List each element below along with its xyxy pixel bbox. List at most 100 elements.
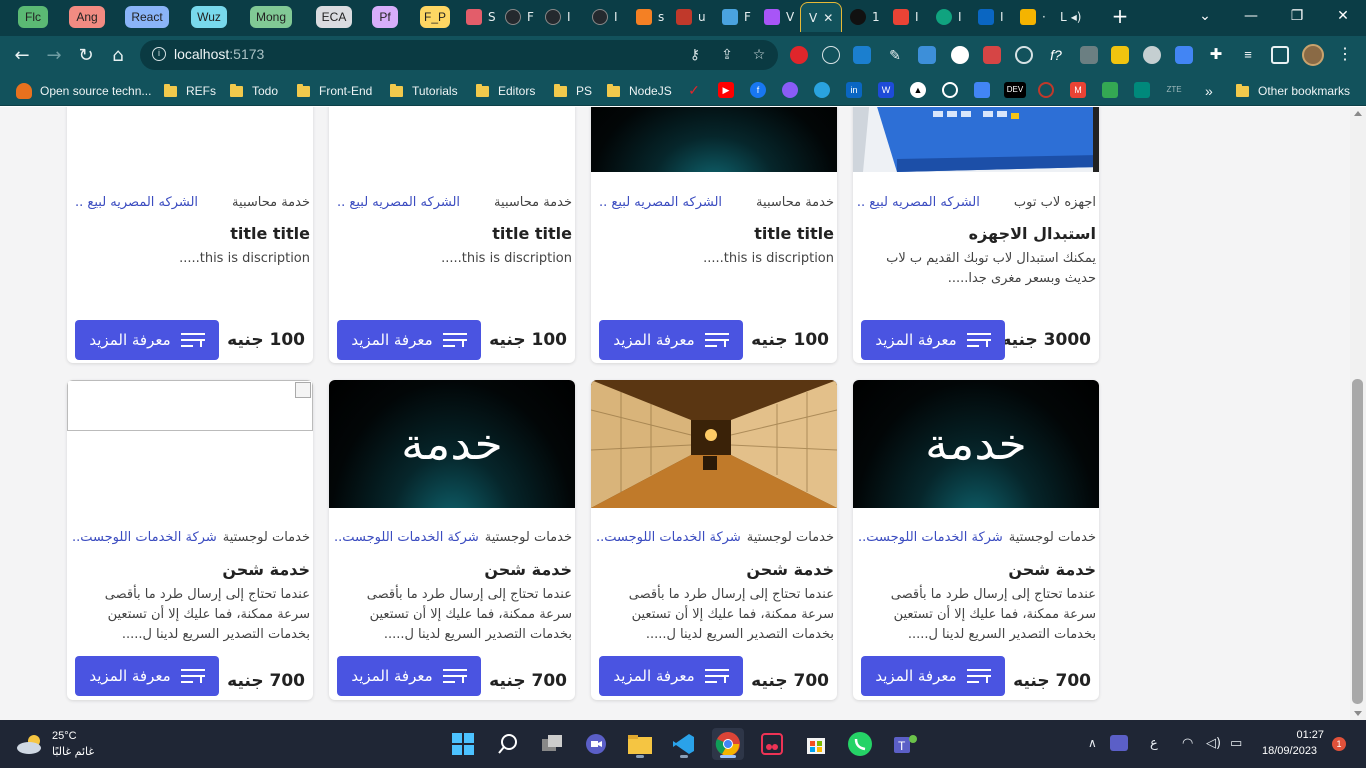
teams-tray-icon[interactable] [1110,735,1128,751]
back-button[interactable]: ← [10,43,34,67]
gmail-icon[interactable]: M [1070,82,1086,98]
meet-icon[interactable] [1134,82,1150,98]
learn-more-button[interactable]: معرفة المزيد [337,656,481,696]
tab[interactable]: V [764,6,794,28]
whatsapp-icon[interactable] [844,728,876,760]
battery-icon[interactable]: ▭ [1230,736,1242,751]
learn-more-button[interactable]: معرفة المزيد [599,320,743,360]
learn-more-button[interactable]: معرفة المزيد [861,320,1005,360]
task-view-icon[interactable] [536,728,568,760]
close-icon[interactable]: ✕ [823,11,833,25]
bookmarks-overflow-button[interactable]: » [1205,82,1213,100]
bookmark-folder-tutorials[interactable]: Tutorials [390,82,458,100]
extension-icon[interactable] [1015,46,1033,64]
learn-more-button[interactable]: معرفة المزيد [337,320,481,360]
card-company-link[interactable]: الشركه المصريه لبيع .. [599,195,722,210]
tab-group-wuz[interactable]: Wuz [191,6,227,28]
translate-icon[interactable] [974,82,990,98]
side-panel-icon[interactable] [1271,46,1289,64]
microsoft-store-icon[interactable] [800,728,832,760]
card-company-link[interactable]: شركة الخدمات اللوجست.. [858,530,1003,545]
start-button[interactable] [447,728,479,760]
tab-group-mong[interactable]: Mong [250,6,292,28]
zte-icon[interactable]: ZTE [1162,82,1186,98]
key-icon[interactable]: ⚷ [686,46,704,64]
chrome-icon[interactable] [712,728,744,760]
extension-icon[interactable] [983,46,1001,64]
youtube-icon[interactable]: ▶ [718,82,734,98]
google-drive-icon[interactable] [1102,82,1118,98]
card-company-link[interactable]: شركة الخدمات اللوجست.. [334,530,479,545]
show-hidden-icons-chevron-icon[interactable]: ∧ [1088,736,1097,750]
word-icon[interactable]: W [878,82,894,98]
bookmark-folder-ps[interactable]: PS [554,82,592,100]
wifi-icon[interactable]: ◠ [1182,736,1193,751]
eyedropper-icon[interactable]: ✎ [886,46,904,64]
address-bar[interactable]: i localhost:5173 ⚷ ⇪ ☆ [140,40,778,70]
tab[interactable]: F [722,6,752,28]
volume-icon[interactable]: ◁) [1206,736,1221,751]
extension-icon[interactable] [918,46,936,64]
learn-more-button[interactable]: معرفة المزيد [599,656,743,696]
bookmark-star-icon[interactable]: ☆ [750,46,768,64]
share-icon[interactable]: ⇪ [718,46,736,64]
dev-icon[interactable]: DEV [1004,82,1026,98]
meet-now-icon[interactable] [580,728,612,760]
tab-search-chevron-icon[interactable]: ⌄ [1182,0,1228,32]
translate-icon[interactable] [1175,46,1193,64]
tab-group-flc[interactable]: Flc [18,6,48,28]
linkedin-icon[interactable]: in [846,82,862,98]
puzzle-icon[interactable]: ✚ [1207,46,1225,64]
tab-group-ang[interactable]: Ang [69,6,105,28]
scrollbar-thumb[interactable] [1352,379,1363,704]
messenger-icon[interactable] [782,82,798,98]
bookmark-folder-nodejs[interactable]: NodeJS [607,82,672,100]
page-scrollbar[interactable] [1350,107,1366,720]
tab-active[interactable]: V ✕ [800,2,842,32]
tab[interactable]: s [636,6,666,28]
globe-icon[interactable] [822,46,840,64]
minimize-button[interactable]: — [1228,0,1274,32]
input-language[interactable]: ع [1150,736,1158,751]
tab[interactable]: · [1020,6,1050,28]
extension-icon[interactable] [951,46,969,64]
weather-description[interactable]: غائم غالبًا [52,745,94,758]
weather-cloud-icon[interactable] [16,732,46,756]
extension-icon[interactable] [1111,46,1129,64]
learn-more-button[interactable]: معرفة المزيد [861,656,1005,696]
media-queue-icon[interactable]: ≡ [1239,46,1257,64]
notification-badge[interactable]: 1 [1332,737,1346,751]
function-icon[interactable]: f? [1047,46,1065,64]
new-tab-button[interactable]: + [1108,4,1132,28]
vscode-icon[interactable] [668,728,700,760]
tab[interactable]: I [893,6,923,28]
card-company-link[interactable]: شركة الخدمات اللوجست.. [596,530,741,545]
extension-icon[interactable] [1143,46,1161,64]
bookmark-folder-front-end[interactable]: Front-End [297,82,372,100]
extension-icon[interactable] [853,46,871,64]
site-favicon-icon[interactable] [1038,82,1054,98]
bookmark-folder-refs[interactable]: REFs [164,82,216,100]
tab-group-react[interactable]: React [125,6,169,28]
tab[interactable]: 1 [850,6,880,28]
restore-button[interactable]: ❐ [1274,0,1320,32]
card-company-link[interactable]: الشركه المصريه لبيع .. [337,195,460,210]
tab[interactable]: L ◂) [1060,6,1090,28]
card-company-link[interactable]: شركة الخدمات اللوجست.. [72,530,217,545]
scroll-up-arrow-icon[interactable] [1354,111,1362,116]
bookmark-folder-editors[interactable]: Editors [476,82,535,100]
clock-time[interactable]: 01:27 [1290,729,1324,741]
other-bookmarks-folder[interactable]: Other bookmarks [1236,82,1350,100]
bookmark-open-source[interactable]: Open source techn... [16,82,151,100]
card-company-link[interactable]: الشركه المصريه لبيع .. [75,195,198,210]
checkmark-icon[interactable]: ✓ [686,82,702,98]
weather-temperature[interactable]: 25°C [52,730,77,742]
tab[interactable]: F [505,6,535,28]
tab[interactable]: I [545,6,575,28]
tab[interactable]: I [592,6,622,28]
tab-group-eca[interactable]: ECA [316,6,352,28]
telegram-icon[interactable] [814,82,830,98]
tab-group-pf[interactable]: Pf [372,6,398,28]
tab[interactable]: I [978,6,1008,28]
github-icon[interactable] [942,82,958,98]
